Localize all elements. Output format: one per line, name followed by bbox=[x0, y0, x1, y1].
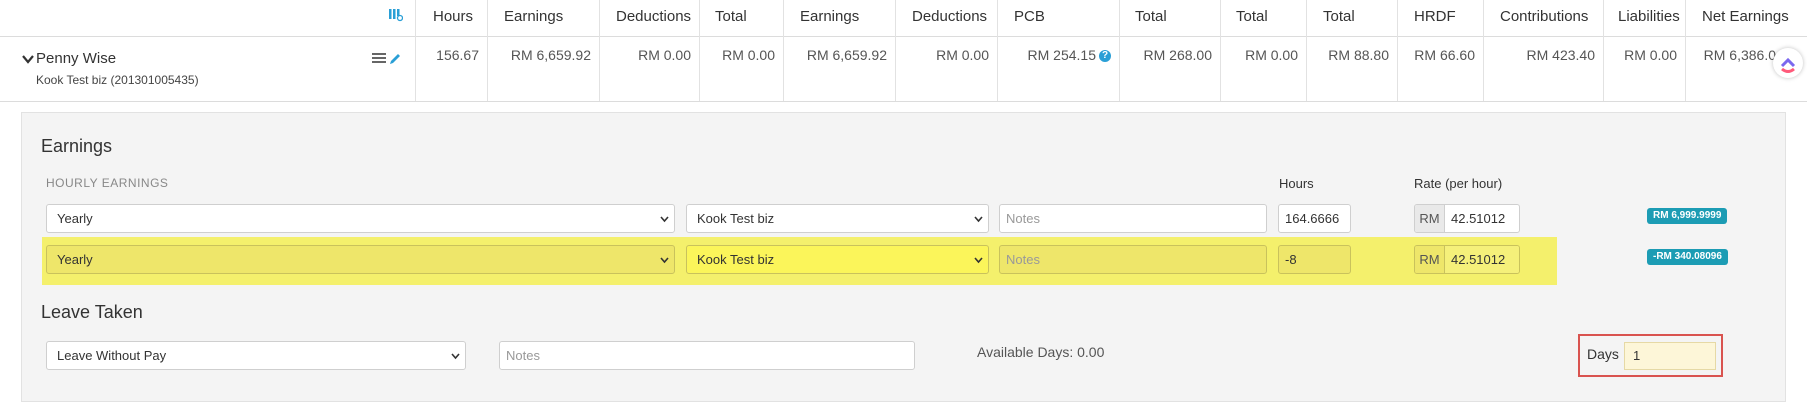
days-input[interactable]: 1 bbox=[1624, 342, 1716, 370]
earning-amount-badge: -RM 340.08096 bbox=[1647, 249, 1728, 265]
earning-company-select[interactable]: Kook Test biz bbox=[686, 245, 989, 274]
col-contributions: Contributions bbox=[1500, 8, 1589, 25]
col-total-4: Total bbox=[1323, 8, 1355, 25]
earning-type-select[interactable]: Yearly bbox=[46, 245, 675, 274]
col-pcb: PCB bbox=[1014, 8, 1045, 25]
rate-value[interactable]: 42.51012 bbox=[1445, 246, 1519, 273]
cell-deductions-2: RM 0.00 bbox=[936, 47, 989, 63]
col-hrdf: HRDF bbox=[1414, 8, 1456, 25]
cell-liabilities: RM 0.00 bbox=[1624, 47, 1677, 63]
leave-taken-title: Leave Taken bbox=[41, 302, 143, 322]
cell-total-4: RM 88.80 bbox=[1328, 47, 1389, 63]
chevron-down-icon bbox=[660, 216, 669, 223]
days-label: Days bbox=[1587, 346, 1619, 362]
earning-amount-badge: RM 6,999.9999 bbox=[1647, 208, 1728, 224]
cell-pcb-value: RM 254.15 bbox=[1027, 47, 1096, 63]
cell-hrdf: RM 66.60 bbox=[1414, 47, 1475, 63]
chevron-down-icon bbox=[974, 257, 983, 264]
chevron-down-icon[interactable] bbox=[21, 52, 35, 66]
col-liabilities: Liabilities bbox=[1618, 8, 1680, 25]
cell-hours: 156.67 bbox=[436, 47, 479, 63]
earning-notes-input[interactable]: Notes bbox=[999, 204, 1267, 233]
col-total-1: Total bbox=[715, 8, 747, 25]
earning-type-select[interactable]: Yearly bbox=[46, 204, 675, 233]
pencil-icon[interactable] bbox=[389, 52, 402, 65]
earning-hours-input[interactable]: -8 bbox=[1278, 245, 1351, 274]
cell-pcb: RM 254.15? bbox=[997, 37, 1119, 83]
earning-company-select[interactable]: Kook Test biz bbox=[686, 204, 989, 233]
col-deductions: Deductions bbox=[616, 8, 692, 25]
cell-deductions: RM 0.00 bbox=[638, 47, 691, 63]
chevron-down-icon bbox=[974, 216, 983, 223]
list-icon[interactable] bbox=[372, 53, 386, 65]
cell-total-2: RM 268.00 bbox=[1143, 47, 1212, 63]
hourly-earnings-label: HOURLY EARNINGS bbox=[46, 176, 169, 190]
cell-contributions: RM 423.40 bbox=[1526, 47, 1595, 63]
app-logo[interactable] bbox=[1773, 48, 1803, 78]
col-total-2: Total bbox=[1135, 8, 1167, 25]
earning-rate-input[interactable]: RM 42.51012 bbox=[1414, 204, 1520, 233]
table-header: Hours Earnings Deductions Total Earnings… bbox=[0, 0, 1807, 37]
earning-rate-input[interactable]: RM 42.51012 bbox=[1414, 245, 1520, 274]
available-days: Available Days: 0.00 bbox=[977, 344, 1105, 360]
col-net-earnings: Net Earnings bbox=[1702, 8, 1789, 25]
leave-notes-input[interactable]: Notes bbox=[499, 341, 915, 370]
leave-type-select[interactable]: Leave Without Pay bbox=[46, 341, 466, 370]
cell-earnings-2: RM 6,659.92 bbox=[806, 47, 887, 63]
rate-value[interactable]: 42.51012 bbox=[1445, 205, 1519, 232]
columns-icon[interactable] bbox=[389, 8, 403, 22]
col-total-3: Total bbox=[1236, 8, 1268, 25]
currency-addon: RM bbox=[1415, 246, 1445, 273]
currency-addon: RM bbox=[1415, 205, 1445, 232]
cell-net-earnings: RM 6,386.0 bbox=[1703, 47, 1776, 63]
chevron-down-icon bbox=[451, 353, 460, 360]
cell-earnings: RM 6,659.92 bbox=[510, 47, 591, 63]
hours-column-label: Hours bbox=[1279, 176, 1314, 191]
col-earnings: Earnings bbox=[504, 8, 564, 25]
earning-notes-input[interactable]: Notes bbox=[999, 245, 1267, 274]
employee-company: Kook Test biz (201301005435) bbox=[36, 73, 199, 87]
cell-total-3: RM 0.00 bbox=[1245, 47, 1298, 63]
rate-column-label: Rate (per hour) bbox=[1414, 176, 1503, 191]
employee-name[interactable]: Penny Wise bbox=[36, 50, 116, 67]
col-earnings-2: Earnings bbox=[800, 8, 860, 25]
cell-total-1: RM 0.00 bbox=[722, 47, 775, 63]
col-hours: Hours bbox=[433, 8, 474, 25]
col-deductions-2: Deductions bbox=[912, 8, 988, 25]
earnings-title: Earnings bbox=[41, 136, 113, 156]
chevron-down-icon bbox=[660, 257, 669, 264]
help-icon[interactable]: ? bbox=[1099, 50, 1111, 63]
earning-hours-input[interactable]: 164.6666 bbox=[1278, 204, 1351, 233]
